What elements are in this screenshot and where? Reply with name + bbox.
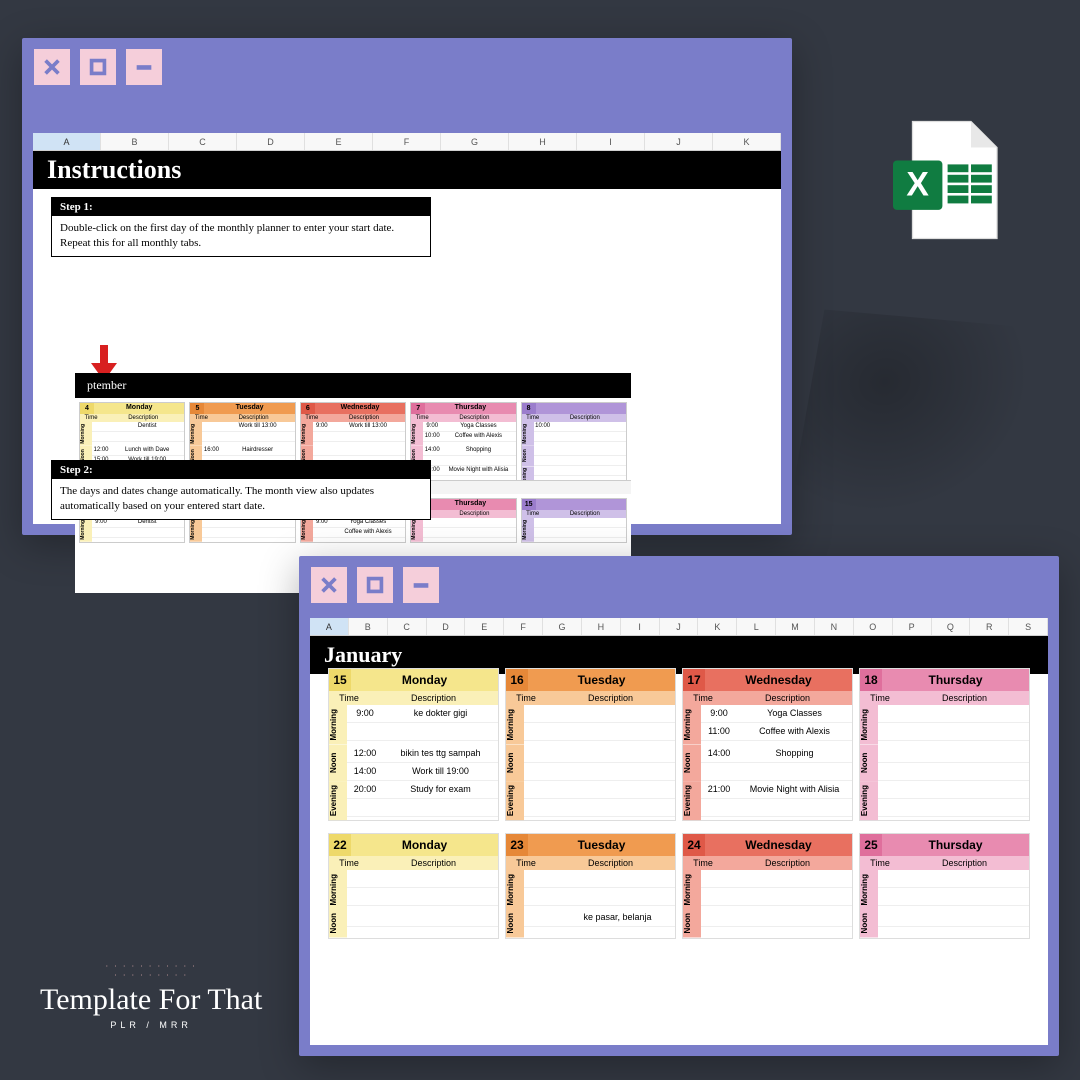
logo-subtitle: PLR / MRR <box>40 1020 262 1030</box>
minimize-icon[interactable] <box>403 567 439 603</box>
day-card[interactable]: 24Wednesday TimeDescriptionMorningNoon <box>682 833 853 939</box>
day-card[interactable]: 25Thursday TimeDescriptionMorningNoon <box>859 833 1030 939</box>
day-card[interactable]: 17Wednesday TimeDescriptionMorning9:00Yo… <box>682 668 853 821</box>
sheet-content: ABCDEFGHIJK Instructions Step 1: Double-… <box>33 133 781 524</box>
step1-body: Double-click on the first day of the mon… <box>52 216 430 256</box>
step2-box: Step 2: The days and dates change automa… <box>51 460 431 520</box>
svg-text:X: X <box>906 166 929 204</box>
decorative-shadow <box>786 310 1065 551</box>
column-headers[interactable]: ABCDEFGHIJK <box>33 133 781 151</box>
step2-header: Step 2: <box>52 461 430 479</box>
window-instructions: ABCDEFGHIJK Instructions Step 1: Double-… <box>22 38 792 535</box>
day-card[interactable]: 15Monday TimeDescriptionMorning9:00ke do… <box>328 668 499 821</box>
day-card[interactable]: 16Tuesday TimeDescriptionMorningNoonEven… <box>505 668 676 821</box>
month-planner: 15Monday TimeDescriptionMorning9:00ke do… <box>310 662 1048 1045</box>
step1-box: Step 1: Double-click on the first day of… <box>51 197 431 257</box>
day-card[interactable]: 22Monday TimeDescriptionMorningNoon <box>328 833 499 939</box>
column-headers[interactable]: ABCDEFGHIJKLMNOPQRS <box>310 618 1048 636</box>
minimize-icon[interactable] <box>126 49 162 85</box>
maximize-icon[interactable] <box>80 49 116 85</box>
page-title: Instructions <box>33 151 781 189</box>
window-planner: ABCDEFGHIJKLMNOPQRS January 15Monday Tim… <box>299 556 1059 1056</box>
day-card[interactable]: 8 TimeDescriptionMorning10:00NoonEvening <box>521 402 627 490</box>
sheet-content: ABCDEFGHIJKLMNOPQRS January 15Monday Tim… <box>310 618 1048 1045</box>
excel-file-icon: X <box>880 115 1010 245</box>
titlebar <box>299 556 1059 614</box>
close-icon[interactable] <box>311 567 347 603</box>
mini-month-header: ptember <box>75 373 631 398</box>
day-card[interactable]: 23Tuesday TimeDescriptionMorningNoonke p… <box>505 833 676 939</box>
maximize-icon[interactable] <box>357 567 393 603</box>
logo-dots: · · · · · · · · · · ·· · · · · · · · · <box>40 962 262 980</box>
day-card[interactable]: 18Thursday TimeDescriptionMorningNoonEve… <box>859 668 1030 821</box>
titlebar <box>22 38 792 96</box>
logo-text: Template For That <box>40 986 262 1015</box>
close-icon[interactable] <box>34 49 70 85</box>
brand-logo: · · · · · · · · · · ·· · · · · · · · · T… <box>40 962 262 1031</box>
day-card[interactable]: 15 TimeDescriptionMorning <box>521 498 627 543</box>
step1-header: Step 1: <box>52 198 430 216</box>
step2-body: The days and dates change automatically.… <box>52 479 430 519</box>
